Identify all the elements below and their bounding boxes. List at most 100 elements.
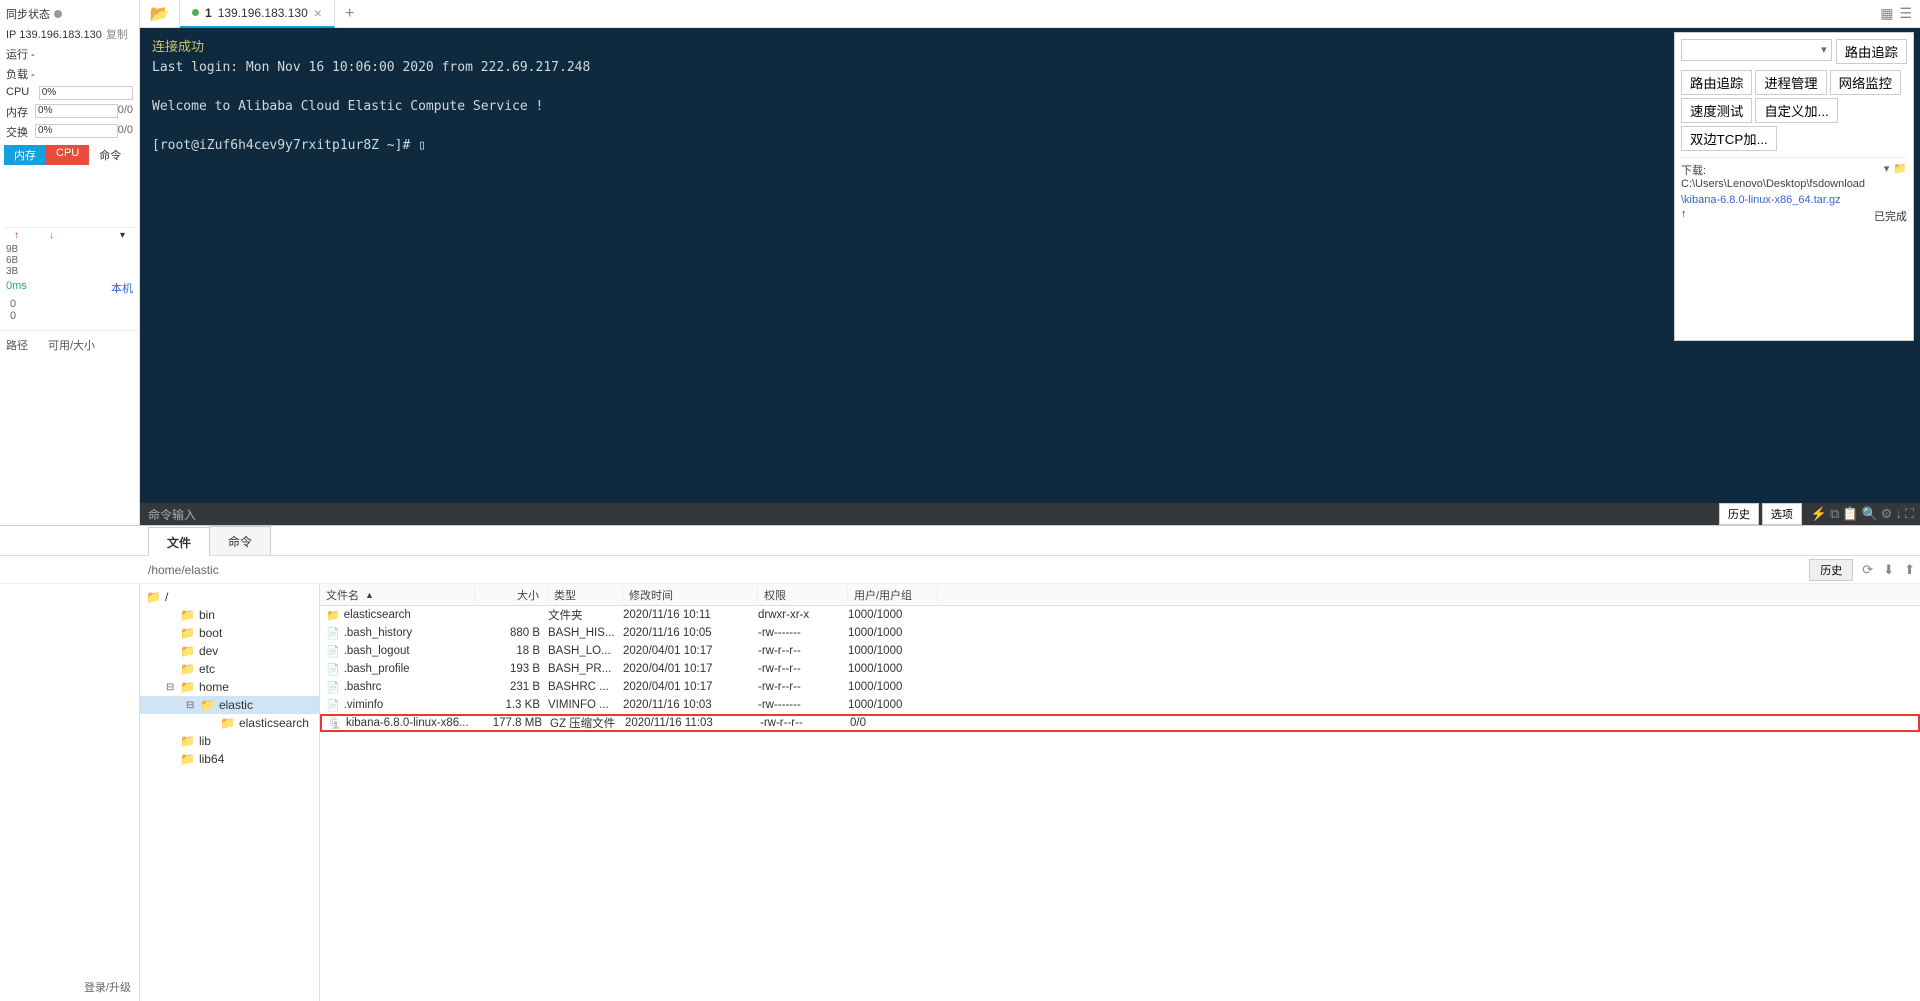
tool-bbr[interactable]: 双边TCP加...	[1681, 126, 1777, 151]
file-row[interactable]: 📄.bash_profile193 BBASH_PR...2020/04/01 …	[320, 660, 1920, 678]
download-arrow-icon: ↓	[49, 230, 54, 241]
swap-meter: 交换0%0/0	[0, 122, 139, 142]
tree-root[interactable]: 📁/	[140, 588, 319, 606]
download-icon[interactable]: ↓	[1895, 506, 1902, 522]
tree-home[interactable]: ⊟📁home	[140, 678, 319, 696]
tab-index: 1	[205, 6, 212, 20]
copy-ip-button[interactable]: 复制	[106, 29, 128, 41]
path-history-button[interactable]: 历史	[1809, 559, 1853, 581]
tool-netmon[interactable]: 网络监控	[1830, 70, 1901, 95]
terminal[interactable]: 连接成功 Last login: Mon Nov 16 10:06:00 202…	[140, 28, 1920, 503]
tool-custom[interactable]: 自定义加...	[1755, 98, 1837, 123]
net-zeros: 00	[0, 298, 139, 322]
cpu-meter: CPU0%	[0, 84, 139, 102]
host-select[interactable]	[1681, 39, 1832, 61]
resource-chart	[4, 168, 135, 228]
chevron-down-icon[interactable]: ▾	[1884, 162, 1890, 190]
load-status: 负载 -	[0, 64, 139, 84]
terminal-footer: 命令输入 历史 选项 ⚡ ⧉ 📋 🔍 ⚙ ↓ ⛶	[140, 503, 1920, 525]
file-icon: 📄	[326, 663, 340, 676]
options-button[interactable]: 选项	[1762, 503, 1802, 525]
add-tab-button[interactable]: +	[335, 5, 364, 23]
col-type-header[interactable]: 类型	[548, 587, 623, 603]
disk-header: 路径可用/大小	[0, 330, 139, 357]
refresh-icon[interactable]: ⟳	[1857, 562, 1878, 578]
tab-cpu[interactable]: CPU	[46, 145, 89, 165]
file-row[interactable]: 📄.bash_logout18 BBASH_LO...2020/04/01 10…	[320, 642, 1920, 660]
login-link[interactable]: 登录/升级	[84, 979, 131, 995]
download-section: 下载: C:\Users\Lenovo\Desktop\fsdownload ▾…	[1681, 157, 1907, 334]
file-icon: 📄	[326, 681, 340, 694]
directory-tree: 📁/ 📁bin 📁boot 📁dev 📁etc ⊟📁home ⊟📁elastic…	[140, 584, 320, 1001]
bolt-icon[interactable]: ⚡	[1811, 506, 1827, 522]
col-mtime-header[interactable]: 修改时间	[623, 587, 758, 603]
open-folder-icon[interactable]: 📁	[1893, 162, 1907, 190]
expand-icon[interactable]: ⛶	[1905, 506, 1914, 522]
file-row[interactable]: 📄.bash_history880 BBASH_HIS...2020/11/16…	[320, 624, 1920, 642]
search-icon[interactable]: 🔍	[1862, 506, 1878, 522]
tab-memory[interactable]: 内存	[4, 145, 46, 165]
close-tab-button[interactable]: ×	[314, 5, 322, 21]
sort-asc-icon: ▲	[365, 590, 374, 600]
settings-icon[interactable]: ⚙	[1881, 506, 1893, 522]
copy-icon[interactable]: ⧉	[1830, 506, 1839, 522]
tree-bin[interactable]: 📁bin	[140, 606, 319, 624]
tree-boot[interactable]: 📁boot	[140, 624, 319, 642]
tab-commands[interactable]: 命令	[209, 526, 271, 555]
net-scale: 9B6B3B	[0, 243, 139, 278]
tool-speedtest[interactable]: 速度测试	[1681, 98, 1752, 123]
history-button[interactable]: 历史	[1719, 503, 1759, 525]
folder-icon: 📁	[326, 609, 340, 622]
col-user-header[interactable]: 用户/用户组	[848, 587, 938, 603]
tool-process[interactable]: 进程管理	[1755, 70, 1826, 95]
status-dot-icon	[54, 10, 62, 18]
tool-traceroute[interactable]: 路由追踪	[1681, 70, 1752, 95]
tree-lib[interactable]: 📁lib	[140, 732, 319, 750]
tree-elasticsearch[interactable]: 📁elasticsearch	[140, 714, 319, 732]
tree-elastic[interactable]: ⊟📁elastic	[140, 696, 319, 714]
tree-etc[interactable]: 📁etc	[140, 660, 319, 678]
download-status: 已完成	[1874, 208, 1907, 224]
download-file[interactable]: \kibana-6.8.0-linux-x86_64.tar.gz	[1681, 194, 1907, 206]
download-file-icon[interactable]: ⬇	[1878, 562, 1899, 578]
col-size-header[interactable]: 大小	[475, 587, 548, 603]
archive-icon: 🗜	[328, 717, 342, 730]
upload-icon: ↑	[1681, 208, 1687, 224]
file-icon: 📄	[326, 699, 340, 712]
tree-dev[interactable]: 📁dev	[140, 642, 319, 660]
file-icon: 📄	[326, 627, 340, 640]
tab-cmd[interactable]: 命令	[89, 145, 131, 165]
connection-tabbar: 📂 1 139.196.183.130 × + ▦ ☰	[140, 0, 1920, 28]
upload-arrow-icon: ↑	[14, 230, 19, 241]
chart-menu-icon[interactable]: ▾	[120, 230, 125, 241]
paste-icon[interactable]: 📋	[1842, 506, 1858, 522]
open-folder-button[interactable]: 📂	[140, 0, 180, 28]
connection-tab[interactable]: 1 139.196.183.130 ×	[180, 0, 335, 28]
bottom-left-spacer: 登录/升级	[0, 584, 140, 1001]
file-row[interactable]: 📁elasticsearch文件夹2020/11/16 10:11drwxr-x…	[320, 606, 1920, 624]
latency-value: 0ms	[6, 280, 27, 296]
host-label[interactable]: 本机	[111, 280, 133, 296]
file-icon: 📄	[326, 645, 340, 658]
tree-lib64[interactable]: 📁lib64	[140, 750, 319, 768]
folder-icon: 📁	[146, 590, 161, 604]
upload-file-icon[interactable]: ⬆	[1899, 562, 1920, 578]
col-perm-header[interactable]: 权限	[758, 587, 848, 603]
collapse-icon[interactable]: ⊟	[166, 682, 176, 693]
tab-files[interactable]: 文件	[148, 527, 210, 556]
connection-status-icon	[192, 9, 199, 16]
collapse-icon[interactable]: ⊟	[186, 700, 196, 711]
file-row[interactable]: 🗜kibana-6.8.0-linux-x86...177.8 MBGZ 压缩文…	[320, 714, 1920, 732]
grid-view-icon[interactable]: ▦	[1880, 5, 1893, 22]
file-row[interactable]: 📄.viminfo1.3 KBVIMINFO ...2020/11/16 10:…	[320, 696, 1920, 714]
col-name-header[interactable]: 文件名▲	[320, 587, 475, 603]
traceroute-button[interactable]: 路由追踪	[1836, 39, 1907, 64]
tools-panel: 路由追踪 路由追踪 进程管理 网络监控 速度测试 自定义加... 双边TCP加.…	[1674, 32, 1914, 341]
menu-icon[interactable]: ☰	[1899, 5, 1912, 22]
sync-status: 同步状态	[0, 4, 139, 24]
command-input[interactable]: 命令输入	[140, 506, 1719, 523]
file-row[interactable]: 📄.bashrc231 BBASHRC ...2020/04/01 10:17-…	[320, 678, 1920, 696]
path-input[interactable]: /home/elastic	[148, 563, 1805, 577]
ip-row: IP 139.196.183.130复制	[0, 24, 139, 44]
tab-ip: 139.196.183.130	[218, 6, 308, 20]
